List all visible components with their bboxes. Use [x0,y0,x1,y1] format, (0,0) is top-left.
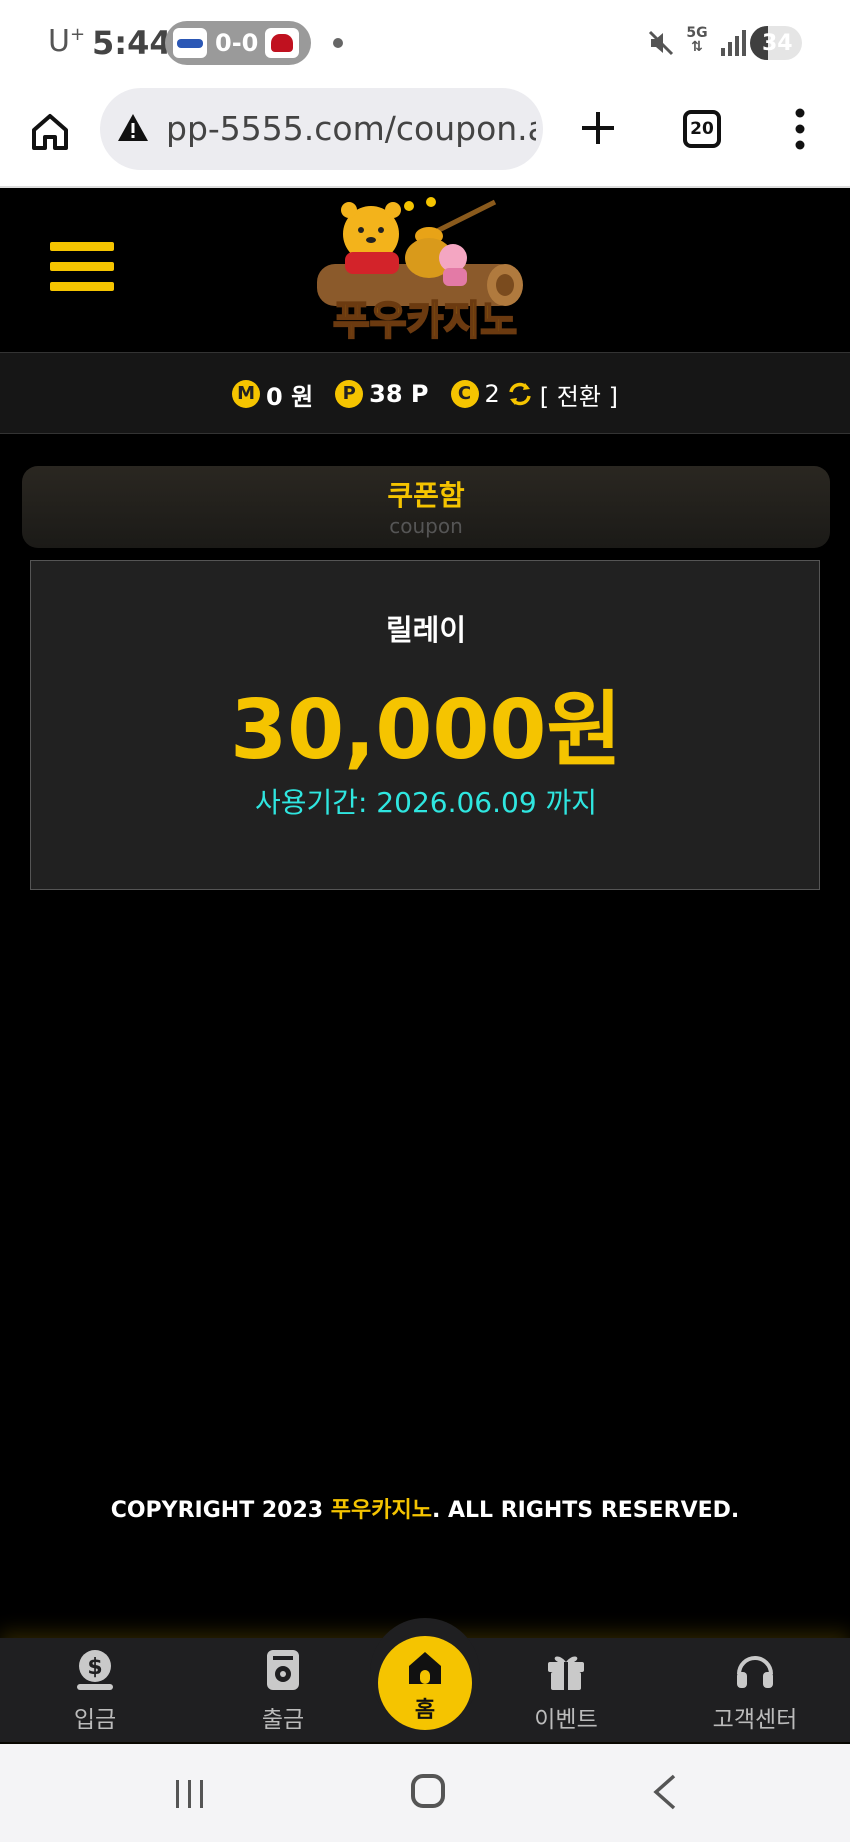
address-bar[interactable]: pp-5555.com/coupon.asp [100,88,543,170]
nav-support[interactable]: 고객센터 [670,1638,840,1742]
plus-icon[interactable] [578,108,618,148]
balance-bar: M 0 원 P 38 P C 2 [ 전환 ] [0,352,850,434]
nav-event[interactable]: 이벤트 [481,1638,651,1742]
mute-icon [648,30,674,56]
point-badge-icon: P [335,380,364,408]
coupon-amount: 30,000원 [230,683,622,778]
gift-icon [548,1656,584,1690]
score-text: 0-0 [215,29,259,57]
sports-score-notification: 0-0 [165,21,311,65]
refresh-icon[interactable] [506,380,534,408]
site-logo[interactable]: 푸우카지노 [305,196,545,346]
convert-button[interactable]: [ 전환 ] [540,377,618,412]
status-bar: U+ 5:44 0-0 5G ⇅ 34 [0,0,850,88]
logo-text: 푸우카지노 [333,298,517,344]
more-vert-icon[interactable] [790,106,810,152]
nav-label: 홈 [414,1698,436,1723]
team-logo-icon [173,28,207,58]
signal-icon [721,30,746,56]
nav-withdraw[interactable]: 출금 [198,1638,368,1742]
atm-icon [267,1650,299,1690]
team-logo-icon [265,28,299,58]
point-balance: 38 P [369,380,429,408]
nav-label: 출금 [261,1707,305,1733]
coupon-name: 릴레이 [385,613,467,647]
warning-icon[interactable] [116,111,150,145]
url-text[interactable]: pp-5555.com/coupon.asp [166,109,536,148]
clock: 5:44 [92,24,172,62]
section-subtitle: coupon [389,514,463,538]
svg-text:$: $ [87,1655,102,1680]
browser-toolbar: pp-5555.com/coupon.asp 20 [0,88,850,188]
recents-icon[interactable] [172,1778,208,1810]
system-home-icon[interactable] [411,1774,445,1808]
money-balance: 0 원 [266,382,314,411]
nav-label: 고객센터 [712,1707,798,1733]
money-badge-icon: M [232,380,261,408]
network-type-icon: 5G ⇅ [686,25,708,55]
site-header: 푸우카지노 [0,190,850,352]
back-icon[interactable] [652,1774,678,1810]
section-title: 쿠폰함 [387,479,465,512]
coupon-expiry: 사용기간: 2026.06.09 까지 [254,786,598,819]
nav-deposit[interactable]: $ 입금 [10,1638,180,1742]
comp-badge-icon: C [450,380,479,408]
home-icon[interactable] [28,110,72,154]
dollar-icon: $ [77,1650,113,1690]
hamburger-icon[interactable] [50,242,114,298]
system-nav-bar [0,1744,850,1842]
coupon-section-header: 쿠폰함 coupon [22,466,830,548]
carrier-label: U+ [48,24,86,59]
battery-icon: 34 [750,26,802,60]
notification-dot-icon [333,38,343,48]
nav-home-button[interactable]: 홈 [378,1636,472,1730]
headset-icon [737,1656,773,1688]
nav-label: 이벤트 [534,1707,598,1733]
nav-label: 입금 [73,1707,117,1733]
coupon-card[interactable]: 릴레이 30,000원 사용기간: 2026.06.09 까지 [30,560,820,890]
home-icon [409,1652,441,1684]
copyright-text: COPYRIGHT 2023 푸우카지노. ALL RIGHTS RESERVE… [110,1498,740,1523]
tabs-icon[interactable]: 20 [683,110,721,148]
comp-balance: 2 [484,380,500,408]
